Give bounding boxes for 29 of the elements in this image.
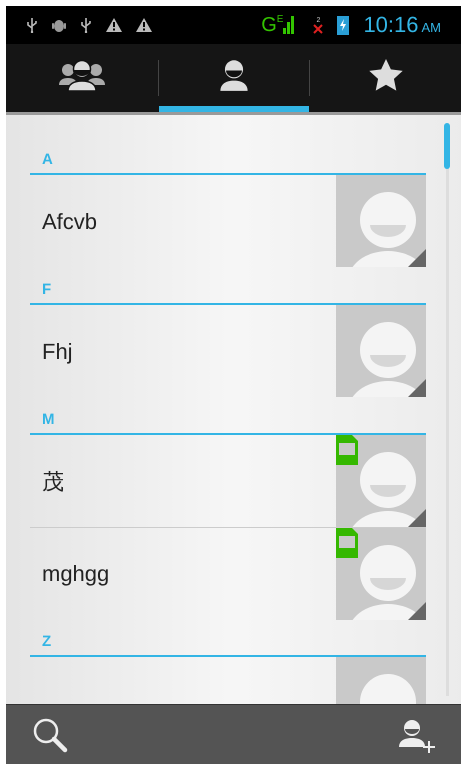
contact-photo[interactable] (336, 305, 426, 397)
contact-photo[interactable] (336, 435, 426, 527)
star-icon (368, 59, 403, 91)
battery-icon (337, 15, 350, 35)
usb-icon (80, 17, 92, 33)
contact-name[interactable]: Fhj (42, 338, 73, 364)
clock-meridiem: AM (422, 21, 441, 34)
section-letter: M (42, 412, 54, 427)
contact-name[interactable]: Afcvb (42, 208, 98, 234)
contact-name[interactable]: mghgg (42, 561, 110, 586)
section-letter: Z (42, 634, 52, 649)
network-type: G (261, 15, 277, 35)
section-letter: F (42, 282, 52, 297)
contact-photo[interactable] (336, 175, 426, 267)
warning-icon (106, 18, 122, 32)
android-debug-icon (52, 17, 66, 33)
clock-time: 10:16 (363, 14, 418, 36)
contact-photo[interactable] (336, 528, 426, 620)
people-group-icon (58, 59, 105, 91)
network-subtype: E (276, 15, 284, 25)
warning-icon (136, 18, 152, 32)
section-letter: A (42, 152, 53, 167)
search-icon[interactable] (32, 716, 68, 752)
scrollbar-thumb[interactable] (444, 123, 450, 169)
usb-icon (26, 17, 38, 33)
sim-card-icon (336, 435, 358, 465)
missed-call-icon (313, 24, 324, 34)
contact-name[interactable]: 茂 (42, 468, 64, 494)
signal-icon (283, 16, 296, 34)
